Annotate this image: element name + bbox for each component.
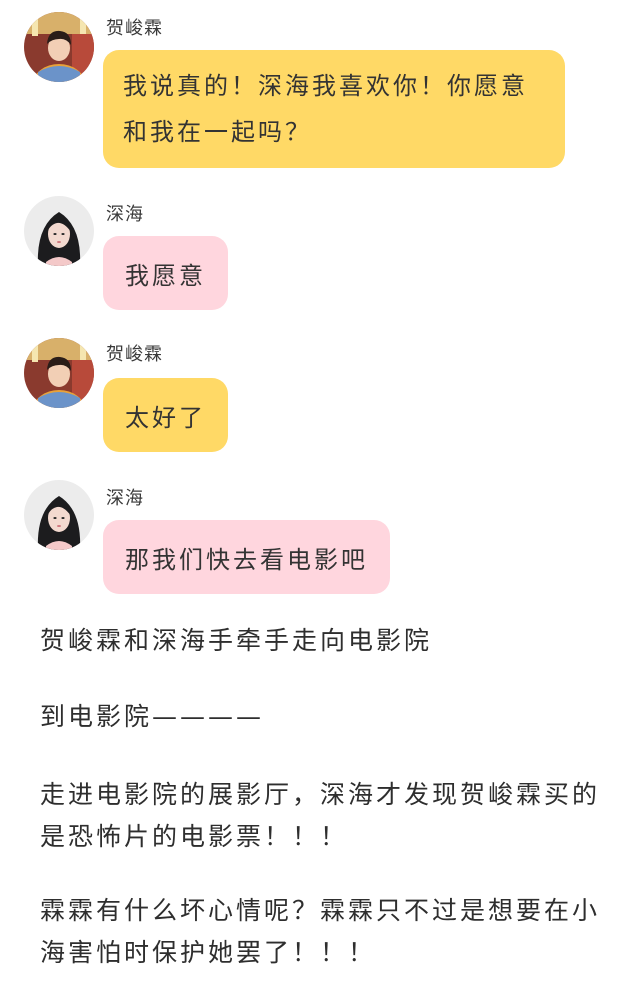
narration-line: 霖霖有什么坏心情呢？霖霖只不过是想要在小海害怕时保护她罢了！！！	[40, 896, 601, 967]
narration-line: 到电影院————	[40, 702, 265, 731]
sender-name: 深海	[106, 488, 144, 509]
boy-avatar-icon[interactable]	[24, 12, 94, 82]
sender-name: 贺峻霖	[106, 344, 163, 365]
narration-line: 贺峻霖和深海手牵手走向电影院	[40, 626, 433, 655]
sender-name: 贺峻霖	[106, 18, 163, 39]
message-bubble[interactable]: 我愿意	[103, 236, 228, 310]
message-bubble[interactable]: 那我们快去看电影吧	[103, 520, 390, 594]
message-bubble[interactable]: 太好了	[103, 378, 228, 452]
girl-avatar-icon[interactable]	[24, 480, 94, 550]
girl-avatar-icon[interactable]	[24, 196, 94, 266]
message-bubble[interactable]: 我说真的！深海我喜欢你！你愿意和我在一起吗？	[103, 50, 565, 168]
sender-name: 深海	[106, 204, 144, 225]
narration-line: 走进电影院的展影厅，深海才发现贺峻霖买的是恐怖片的电影票！！！	[40, 780, 601, 851]
boy-avatar-icon[interactable]	[24, 338, 94, 408]
